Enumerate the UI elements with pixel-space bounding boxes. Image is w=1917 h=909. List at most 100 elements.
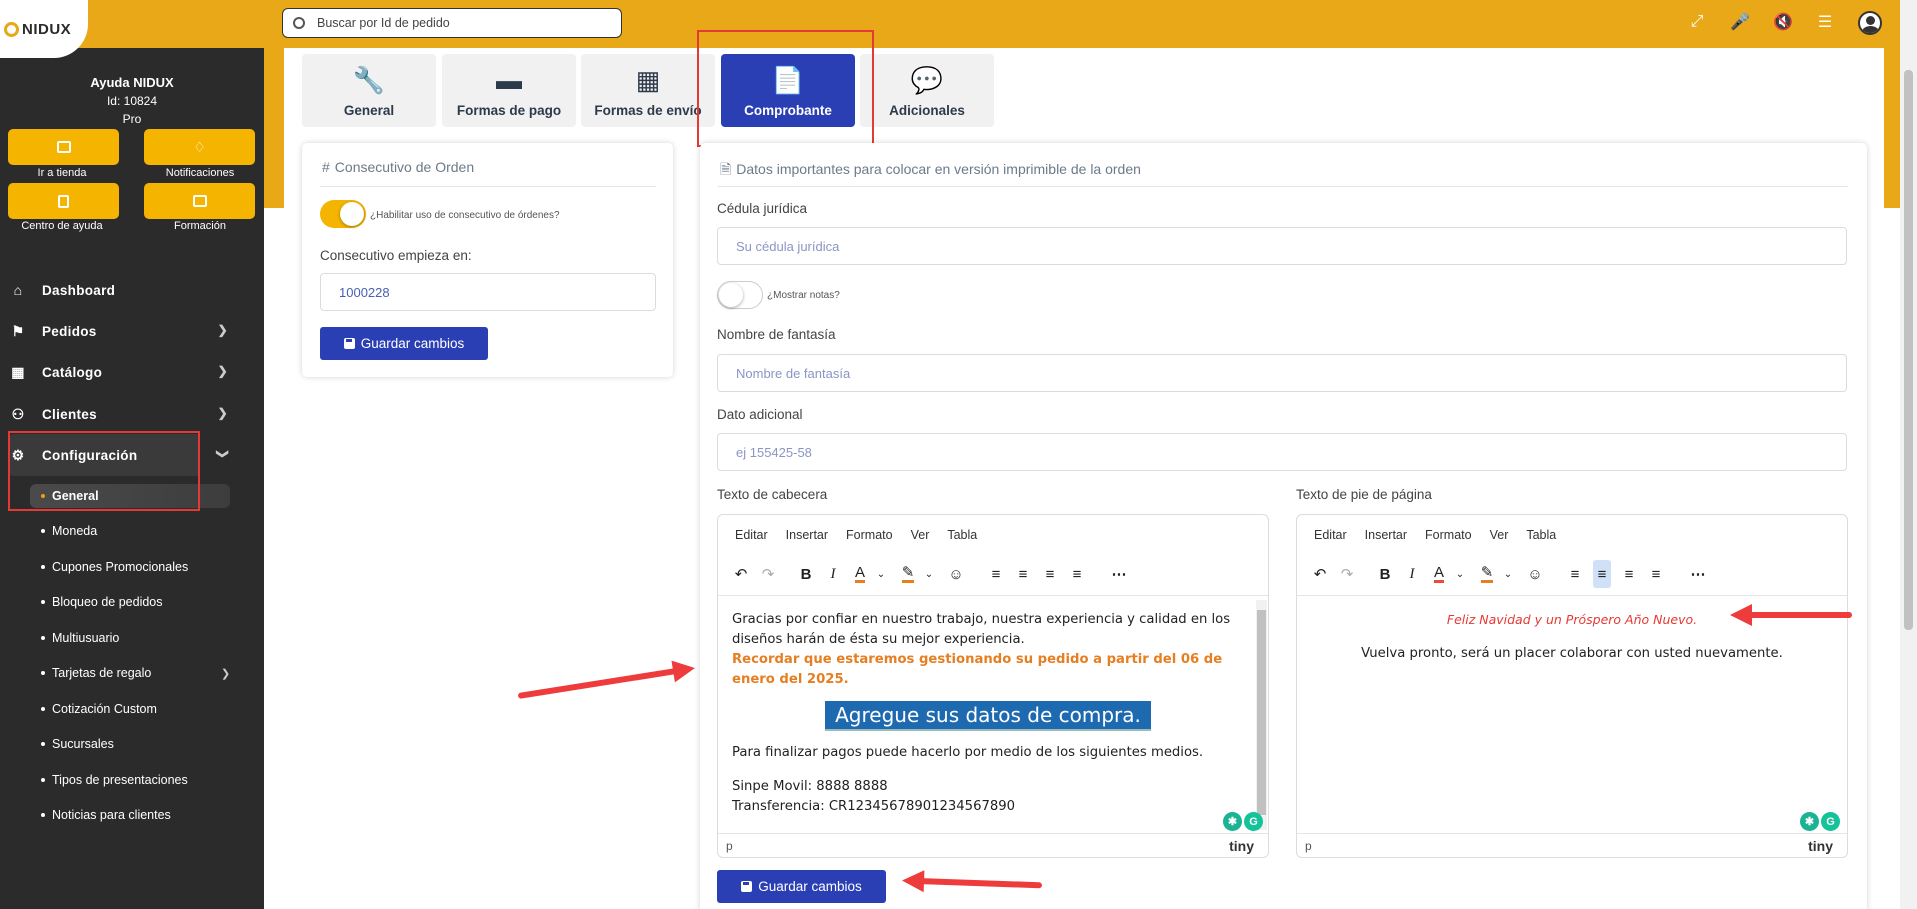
sub-item-label: Cotización Custom [52,702,157,716]
search-input[interactable] [317,16,617,30]
store-icon [56,141,71,153]
undo-icon[interactable]: ↶ [732,560,750,588]
align-center-icon[interactable]: ≡ [1014,560,1032,588]
footer-editor-content[interactable]: Feliz Navidad y un Próspero Año Nuevo. V… [1297,596,1847,833]
page-scrollbar[interactable] [1900,0,1917,909]
bullet-icon [41,813,45,817]
nav-dashboard[interactable]: ⌂ Dashboard [10,276,230,304]
bold-icon[interactable]: B [797,560,815,588]
align-justify-icon[interactable]: ≡ [1647,560,1665,588]
align-left-icon[interactable]: ≡ [987,560,1005,588]
sub-item-moneda[interactable]: Moneda [41,521,97,541]
cedula-input[interactable] [717,227,1847,265]
bullet-icon [41,671,45,675]
highlight-icon[interactable]: ✎ [899,560,917,588]
menu-formato[interactable]: Formato [1425,528,1472,542]
tiny-brand[interactable]: tiny [1229,838,1254,854]
sub-item-noticias[interactable]: Noticias para clientes [41,805,171,825]
bold-icon[interactable]: B [1376,560,1394,588]
sliders-icon[interactable]: ☰ [1815,12,1835,32]
save-order-button[interactable]: Guardar cambios [320,327,488,360]
grammarly-icon[interactable]: G [1244,812,1263,831]
sub-item-tarjetas[interactable]: Tarjetas de regalo ❯ [41,663,231,683]
save-receipt-button[interactable]: Guardar cambios [717,870,886,903]
undo-icon[interactable]: ↶ [1311,560,1329,588]
store-button[interactable] [8,129,119,165]
align-left-icon[interactable]: ≡ [1566,560,1584,588]
help-center-button[interactable] [8,183,119,219]
more-icon[interactable]: ⋯ [1110,560,1128,588]
menu-insertar[interactable]: Insertar [786,528,828,542]
extra-data-input[interactable] [717,433,1847,471]
sub-item-sucursales[interactable]: Sucursales [41,734,114,754]
order-search[interactable] [282,8,622,38]
microphone-icon[interactable]: 🎤 [1730,12,1750,32]
header-editor[interactable]: Editar Insertar Formato Ver Tabla ↶ ↷ B … [717,514,1269,858]
menu-ver[interactable]: Ver [911,528,930,542]
show-notes-toggle[interactable] [717,281,763,309]
sub-item-label: Sucursales [52,737,114,751]
editor-scrollbar-thumb[interactable] [1257,610,1266,815]
page-scrollbar-thumb[interactable] [1904,70,1913,630]
align-center-icon[interactable]: ≡ [1593,560,1611,588]
italic-icon[interactable]: I [824,560,842,588]
consecutive-start-input[interactable] [320,273,656,311]
chevron-down-icon[interactable]: ⌄ [1451,560,1469,588]
emoji-icon[interactable]: ☺ [1526,560,1544,588]
gift-icon [192,195,207,207]
menu-tabla[interactable]: Tabla [1526,528,1556,542]
editor-scrollbar[interactable] [1256,600,1267,830]
menu-ver[interactable]: Ver [1490,528,1509,542]
sub-item-label: Multiusuario [52,631,120,645]
align-right-icon[interactable]: ≡ [1620,560,1638,588]
menu-editar[interactable]: Editar [1314,528,1347,542]
order-consecutive-toggle[interactable] [320,200,366,228]
sub-item-presentaciones[interactable]: Tipos de presentaciones [41,770,188,790]
tab-formas-de-envio[interactable]: ▦ Formas de envío [581,54,715,127]
bulb-icon[interactable]: ✱ [1800,812,1819,831]
chevron-down-icon[interactable]: ⌄ [920,560,938,588]
user-avatar-icon[interactable] [1858,11,1882,35]
sub-item-cupones[interactable]: Cupones Promocionales [41,557,188,577]
sub-item-multiusuario[interactable]: Multiusuario [41,628,119,648]
help-center-label: Centro de ayuda [21,220,103,232]
italic-icon[interactable]: I [1403,560,1421,588]
footer-editor[interactable]: Editar Insertar Formato Ver Tabla ↶ ↷ B … [1296,514,1848,858]
bulb-icon[interactable]: ✱ [1223,812,1242,831]
tiny-brand[interactable]: tiny [1808,838,1833,854]
tab-general[interactable]: 🔧 General [302,54,436,127]
align-right-icon[interactable]: ≡ [1041,560,1059,588]
nav-pedidos[interactable]: ⚑ Pedidos ❯ [10,317,230,345]
highlight-icon[interactable]: ✎ [1478,560,1496,588]
menu-editar[interactable]: Editar [735,528,768,542]
notifications-button[interactable]: ♢ [144,129,255,165]
more-icon[interactable]: ⋯ [1689,560,1707,588]
menu-tabla[interactable]: Tabla [947,528,977,542]
text-color-icon[interactable]: A [851,560,869,588]
order-consecutive-toggle-label: ¿Habilitar uso de consecutivo de órdenes… [370,210,560,221]
menu-formato[interactable]: Formato [846,528,893,542]
fantasy-name-input[interactable] [717,354,1847,392]
sub-item-cotizacion[interactable]: Cotización Custom [41,699,157,719]
menu-insertar[interactable]: Insertar [1365,528,1407,542]
align-justify-icon[interactable]: ≡ [1068,560,1086,588]
logo[interactable]: NIDUX [0,0,88,58]
tab-formas-de-pago[interactable]: ▬ Formas de pago [442,54,576,127]
nav-catalogo[interactable]: ▦ Catálogo ❯ [10,358,230,386]
tab-adicionales[interactable]: 💬 Adicionales [860,54,994,127]
compress-icon[interactable]: ⤢ [1687,12,1707,32]
nav-clientes[interactable]: ⚇ Clientes ❯ [10,400,230,428]
redo-icon[interactable]: ↷ [759,560,777,588]
mute-icon[interactable]: 🔇 [1773,12,1793,32]
chevron-down-icon[interactable]: ⌄ [1499,560,1517,588]
chevron-down-icon[interactable]: ⌄ [872,560,890,588]
redo-icon[interactable]: ↷ [1338,560,1356,588]
nav-label: Clientes [42,406,97,422]
grammarly-icon[interactable]: G [1821,812,1840,831]
sub-item-bloqueo[interactable]: Bloqueo de pedidos [41,592,163,612]
emoji-icon[interactable]: ☺ [947,560,965,588]
training-button[interactable] [144,183,255,219]
header-editor-content[interactable]: Gracias por confiar en nuestro trabajo, … [718,596,1268,833]
wrench-icon: 🔧 [352,64,386,95]
text-color-icon[interactable]: A [1430,560,1448,588]
